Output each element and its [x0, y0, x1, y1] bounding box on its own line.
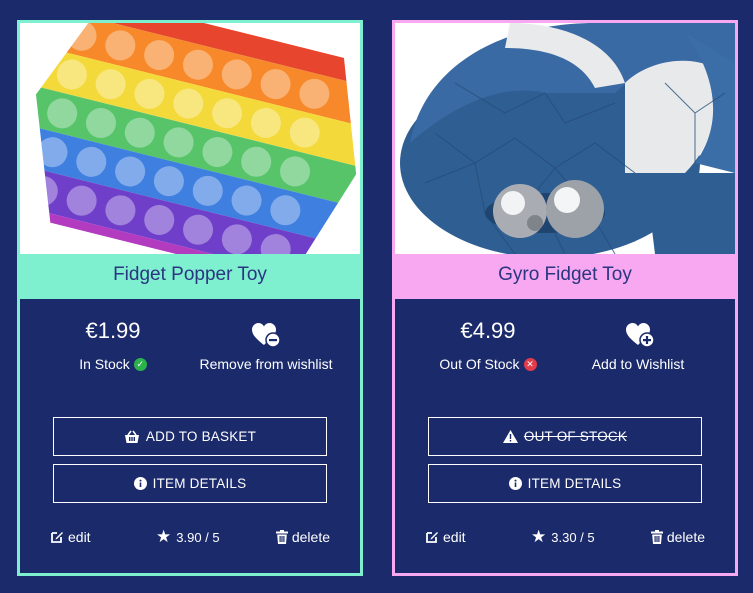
- item-details-button[interactable]: ITEM DETAILS: [428, 464, 702, 503]
- star-icon: ★: [531, 527, 547, 546]
- out-of-stock-label: OUT OF STOCK: [523, 429, 628, 444]
- delete-link[interactable]: delete: [275, 529, 330, 545]
- wishlist-toggle[interactable]: Remove from wishlist: [171, 356, 361, 372]
- delete-label: delete: [666, 529, 705, 545]
- card-footer: edit ★ 3.30 / 5 delete: [395, 527, 735, 549]
- product-title[interactable]: Fidget Popper Toy: [20, 254, 360, 296]
- product-card-fidget-popper: Fidget Popper Toy €1.99 In Stock ✓ Remov…: [17, 20, 363, 576]
- heart-minus-icon[interactable]: [251, 321, 281, 349]
- star-icon: ★: [156, 527, 172, 546]
- add-to-basket-label: ADD TO BASKET: [145, 429, 257, 444]
- edit-label: edit: [443, 529, 466, 545]
- product-info: €1.99 In Stock ✓ Remove from wishlist AD…: [20, 296, 360, 573]
- edit-icon: [51, 532, 63, 543]
- item-details-label: ITEM DETAILS: [527, 476, 622, 491]
- x-circle-icon: ✕: [523, 357, 537, 371]
- product-info: €4.99 Out Of Stock ✕ Add to Wishlist OUT…: [395, 296, 735, 573]
- heart-plus-icon[interactable]: [625, 321, 655, 349]
- add-to-basket-button[interactable]: ADD TO BASKET: [53, 417, 327, 456]
- info-circle-icon: [133, 477, 147, 490]
- product-card-gyro-fidget: Gyro Fidget Toy €4.99 Out Of Stock ✕ Add…: [392, 20, 738, 576]
- product-price: €4.99: [460, 318, 516, 343]
- check-circle-icon: ✓: [133, 357, 147, 371]
- edit-icon: [426, 532, 438, 543]
- stock-label: In Stock: [79, 356, 130, 372]
- out-of-stock-button[interactable]: OUT OF STOCK: [428, 417, 702, 456]
- product-image-pop-it[interactable]: [20, 23, 360, 254]
- item-details-button[interactable]: ITEM DETAILS: [53, 464, 327, 503]
- rating-value: 3.30 / 5: [551, 529, 595, 545]
- trash-icon: [650, 530, 663, 544]
- edit-link[interactable]: edit: [425, 529, 466, 545]
- item-details-label: ITEM DETAILS: [152, 476, 247, 491]
- edit-link[interactable]: edit: [50, 529, 91, 545]
- product-title[interactable]: Gyro Fidget Toy: [395, 254, 735, 296]
- trash-icon: [275, 530, 288, 544]
- product-rating: ★ 3.90 / 5: [156, 527, 220, 547]
- product-price: €1.99: [85, 318, 141, 343]
- edit-label: edit: [68, 529, 91, 545]
- delete-label: delete: [291, 529, 330, 545]
- product-rating: ★ 3.30 / 5: [531, 527, 595, 547]
- delete-link[interactable]: delete: [650, 529, 705, 545]
- stock-label: Out Of Stock: [439, 356, 520, 372]
- wishlist-toggle[interactable]: Add to Wishlist: [543, 356, 733, 372]
- rating-value: 3.90 / 5: [176, 529, 220, 545]
- card-footer: edit ★ 3.90 / 5 delete: [20, 527, 360, 549]
- basket-icon: [124, 430, 139, 443]
- info-circle-icon: [508, 477, 522, 490]
- warning-icon: [502, 430, 518, 443]
- product-image-gyro[interactable]: [395, 23, 735, 254]
